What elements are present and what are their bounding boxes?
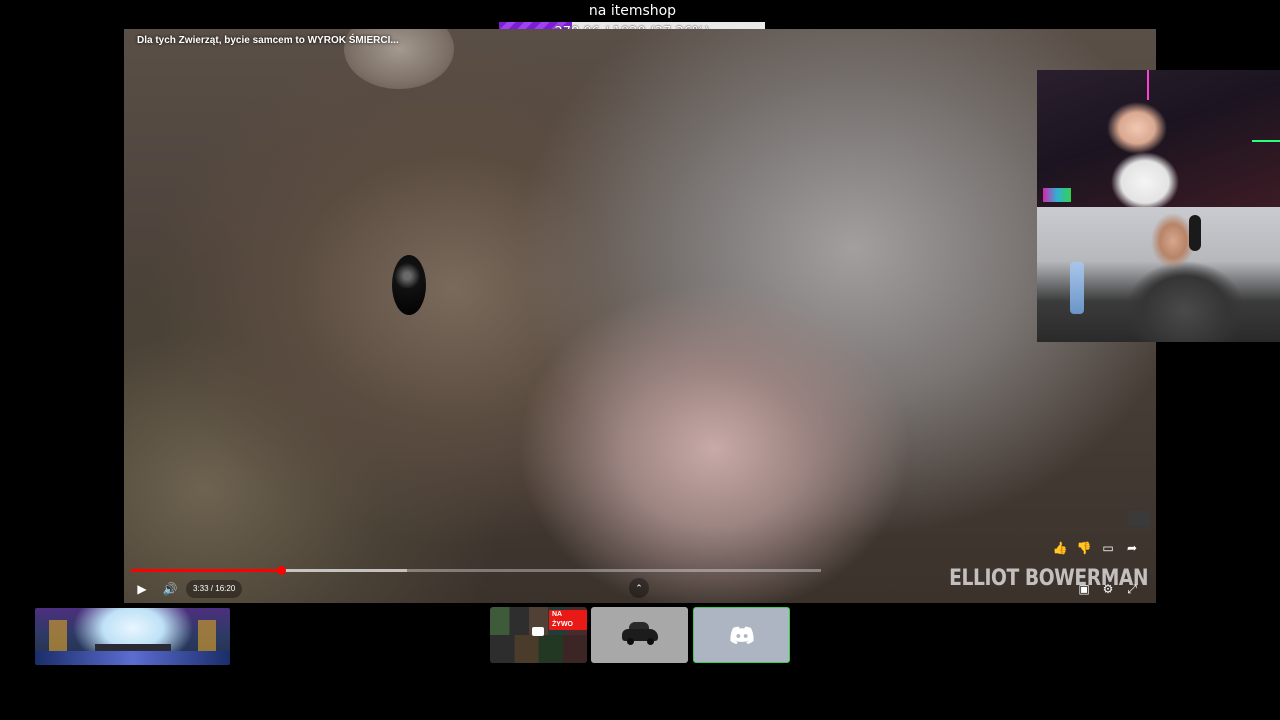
neon-light: [1252, 140, 1280, 142]
stream-grid-row: [490, 635, 587, 663]
thumbs-up-icon[interactable]: 👍: [1052, 540, 1068, 556]
video-action-buttons: 👍 👎 ▭ ➦: [1052, 540, 1140, 556]
fullscreen-icon[interactable]: ⤢: [1124, 581, 1140, 597]
webcam-guest: [1037, 207, 1280, 342]
video-progress-bar[interactable]: [131, 566, 821, 575]
video-title[interactable]: Dla tych Zwierząt, bycie samcem to WYROK…: [137, 35, 399, 46]
play-icon[interactable]: ▶: [134, 581, 150, 597]
channel-watermark-icon[interactable]: [1128, 511, 1150, 527]
main-video-player[interactable]: Dla tych Zwierząt, bycie samcem to WYROK…: [124, 29, 1156, 603]
car-tile[interactable]: [591, 607, 688, 663]
volume-icon[interactable]: 🔊: [162, 581, 178, 597]
video-frame-eye: [392, 255, 426, 315]
gear-icon[interactable]: ⚙: [1100, 581, 1116, 597]
headphones: [1189, 215, 1201, 251]
car-wheel: [627, 638, 634, 645]
video-tool-buttons: ▣ ⚙ ⤢: [1076, 581, 1140, 597]
rgb-keyboard: [1043, 188, 1071, 202]
car-wheel: [647, 638, 654, 645]
video-time: 3:33 / 16:20: [186, 580, 243, 598]
studio-scene-thumbnail: [35, 608, 230, 665]
discord-icon: [729, 626, 754, 644]
live-stream-tile[interactable]: NA ŻYWO: [490, 607, 587, 663]
water-bottle: [1070, 262, 1084, 314]
live-badge: NA ŻYWO: [549, 610, 587, 630]
stream-layout: na itemshop 278.06 / 1020 (27.26%) Dla t…: [0, 0, 1280, 720]
thumbs-down-icon[interactable]: 👎: [1076, 540, 1092, 556]
comment-icon[interactable]: ▭: [1100, 540, 1116, 556]
scene-floor: [35, 651, 230, 665]
video-played-fill: [131, 569, 281, 572]
share-icon[interactable]: ➦: [1124, 540, 1140, 556]
chat-bubble-icon: [532, 627, 544, 636]
video-scrubber-handle[interactable]: [276, 566, 286, 575]
webcam-streamer: [1037, 70, 1280, 207]
neon-light: [1147, 70, 1149, 100]
discord-tile[interactable]: [693, 607, 790, 663]
captions-icon[interactable]: ▣: [1076, 581, 1092, 597]
goal-title: na itemshop: [588, 3, 677, 19]
chevron-up-icon[interactable]: ⌃: [629, 578, 649, 598]
